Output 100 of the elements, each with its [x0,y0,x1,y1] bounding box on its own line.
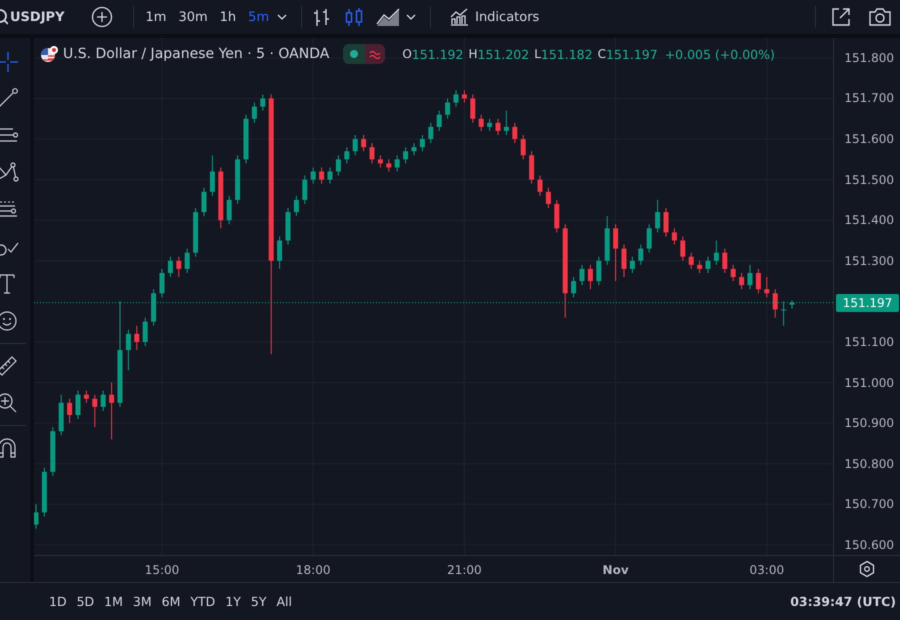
candlestick [235,154,240,204]
candlestick [42,467,47,517]
axis-label: 151.300 [844,254,894,268]
candlestick [445,98,450,120]
candlestick [529,150,534,184]
candlestick [252,102,257,124]
candlestick [352,134,358,156]
candlestick [386,158,392,172]
share-icon[interactable] [830,6,852,28]
candlestick [294,195,299,217]
candlestick [100,390,106,412]
candlestick [546,187,551,209]
search-icon[interactable] [0,7,8,27]
candlestick [604,216,610,266]
candlestick [218,166,224,229]
candlestick [504,110,509,136]
candlestick [664,208,668,237]
range-button[interactable]: YTD [185,594,220,609]
candlestick [655,199,660,233]
symbol-title: U.S. Dollar / Japanese Yen · 5 · OANDA [63,46,330,62]
axis-label: Nov [602,563,629,577]
add-icon[interactable] [90,6,112,28]
candlestick [302,175,308,204]
candlestick [613,224,618,282]
range-button[interactable]: 1D [44,594,72,609]
market-status-badge [343,44,386,64]
settings-icon[interactable] [858,560,876,578]
interval-button[interactable]: 1m [140,3,172,31]
candlestick [672,228,677,246]
candlestick [680,236,686,262]
candlestick [790,300,794,310]
range-button[interactable]: 5Y [246,594,272,609]
camera-icon[interactable] [868,7,892,27]
ohlc-value: 151.202 [478,46,530,62]
axis-label: 150.900 [844,416,894,430]
candlestick [92,394,98,428]
candlestick [394,154,400,172]
axis-label: 151.800 [844,50,894,65]
candlestick [496,118,500,136]
candlestick [134,325,140,351]
axis-label: 151.600 [844,132,894,146]
ohlc-value: 151.182 [540,46,593,62]
caret-icon[interactable] [277,13,288,21]
candlestick [487,118,492,132]
candlestick [109,382,114,440]
candlestick [202,187,206,217]
candlestick [260,94,266,112]
axis-label: 150.800 [844,456,894,471]
indicators-button[interactable]: Indicators [443,3,546,31]
range-button[interactable]: 6M [156,594,186,609]
candlestick [142,317,148,346]
candlestick [210,154,215,196]
candlestick [764,276,770,298]
candlestick [420,134,425,152]
axis-label: 151.500 [844,172,894,187]
clock-text: 03:39:47 (UTC) [790,594,896,609]
candlestick [286,208,290,246]
candlestick [151,288,156,326]
candlestick [378,154,383,168]
bar-chart-icon [449,8,470,26]
candlestick [344,146,350,164]
range-button[interactable]: 1M [99,594,128,609]
range-button[interactable]: 3M [128,594,157,609]
axis-label: 15:00 [144,563,180,577]
axis-label: 18:00 [296,563,330,577]
candlestick [781,300,786,326]
range-button[interactable]: 5D [72,594,100,609]
axis-label: 03:00 [750,563,784,577]
candlestick [277,236,282,270]
candlestick [646,224,652,254]
candlestick [478,114,484,132]
candlestick [748,264,752,290]
candlestick [34,504,38,530]
candlestick [697,260,702,274]
candlestick [184,248,190,274]
interval-button[interactable]: 1h [214,3,242,31]
area-chart-icon[interactable] [376,7,400,27]
candlestick [436,110,442,132]
interval-button[interactable]: 5m [242,3,276,31]
axis-label: 150.600 [844,538,894,552]
candlestick [336,154,341,176]
symbol-button[interactable]: USDJPY [10,10,64,24]
candlestick [470,94,476,124]
caret-icon[interactable] [406,13,416,21]
axis-label: 150.700 [844,497,894,512]
candlestick [739,272,744,290]
candlestick [126,329,131,371]
crosshair-icon[interactable] [0,50,20,74]
range-button[interactable]: 1Y [220,594,246,609]
axis-label: 151.700 [844,91,894,106]
candlestick [722,248,728,274]
candlestick [554,199,560,233]
price-change: +0.005 (+0.00%) [664,46,775,62]
candlestick [76,390,80,420]
ohlc-label: L [534,47,541,61]
candlestick [412,142,416,156]
candlestick [403,146,408,164]
range-button[interactable]: All [272,594,297,609]
candlestick [571,276,576,298]
interval-button[interactable]: 30m [172,3,214,31]
